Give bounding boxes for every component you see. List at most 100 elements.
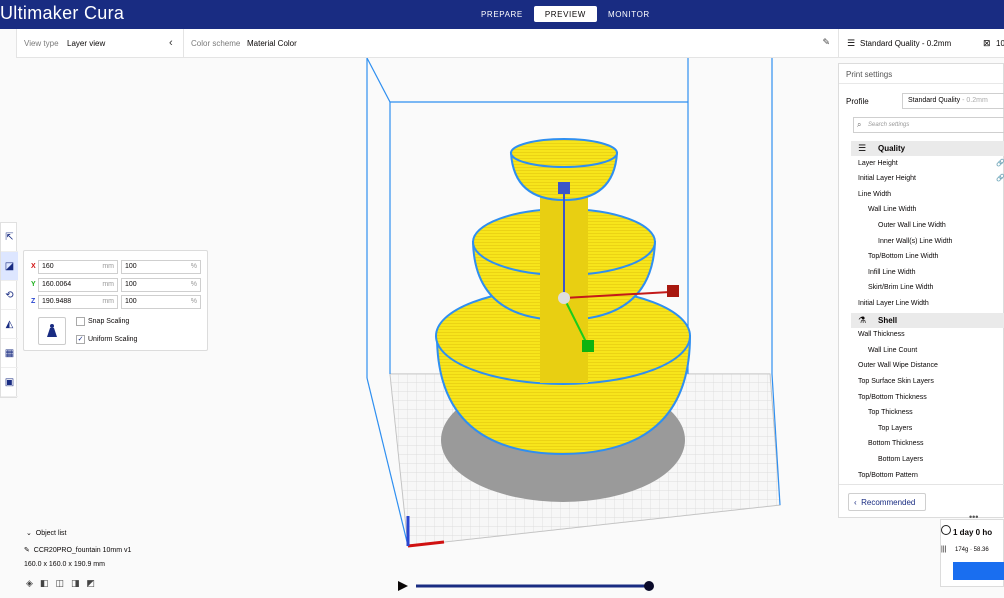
setting-row[interactable]: Layer Height 🔗 <box>839 157 1004 172</box>
recommended-button[interactable]: ‹ Recommended <box>848 493 926 511</box>
z-size-input[interactable]: 190.9488 mm <box>38 295 118 309</box>
mirror-icon[interactable]: ◭ <box>1 310 18 339</box>
setting-row[interactable]: Inner Wall(s) Line Width <box>839 235 1004 250</box>
pencil-icon[interactable]: ✎ <box>822 37 830 48</box>
view-top-icon[interactable]: ◫ <box>55 578 64 589</box>
setting-row[interactable]: Bottom Layers <box>839 453 1004 468</box>
print-settings-panel: Print settings Profile Standard Quality … <box>838 63 1004 518</box>
print-settings-header: Print settings <box>839 64 1003 84</box>
uniform-scaling-label: Uniform Scaling <box>88 336 138 343</box>
lay-flat-button[interactable] <box>38 317 66 345</box>
unit-label: mm <box>102 263 114 270</box>
snap-scaling-checkbox[interactable] <box>76 317 85 326</box>
setting-row[interactable]: Initial Layer Height 🔗 <box>839 172 1004 187</box>
view-right-icon[interactable]: ◩ <box>86 578 95 589</box>
object-list-toggle[interactable]: ⌄ Object list <box>26 529 67 537</box>
x-size-value: 160 <box>42 263 54 270</box>
header-bar: Ultimaker Cura PREPARE PREVIEW MONITOR <box>0 0 1004 29</box>
quality-icon: ☰ <box>847 38 856 48</box>
setting-label: Initial Layer Line Width <box>858 300 929 307</box>
setting-row[interactable]: Line Width <box>839 188 1004 203</box>
tab-preview[interactable]: PREVIEW <box>533 6 597 22</box>
link-icon[interactable]: 🔗 <box>996 174 1004 182</box>
setting-label: Top Layers <box>878 424 913 432</box>
per-model-settings-icon[interactable]: ▦ <box>1 339 18 368</box>
layer-slider-handle <box>644 581 654 591</box>
z-percent-value: 100 <box>125 298 137 305</box>
setting-row[interactable]: Initial Layer Line Width <box>839 297 1004 312</box>
profile-label: Profile <box>846 97 869 106</box>
unit-label: mm <box>102 281 114 288</box>
rotate-icon[interactable]: ⟲ <box>1 281 18 310</box>
print-time: 1 day 0 ho <box>953 528 993 537</box>
setting-row[interactable]: Outer Wall Wipe Distance <box>839 359 1004 374</box>
quality-summary: Standard Quality - 0.2mm <box>860 39 952 48</box>
setting-label: Top/Bottom Pattern <box>858 471 918 479</box>
collapse-chevron-icon[interactable]: ‹ <box>169 37 173 49</box>
z-axis-label: Z <box>31 298 36 305</box>
y-size-value: 160.0064 <box>42 281 72 288</box>
z-size-value: 190.9488 <box>42 298 72 305</box>
stage-tabs: PREPARE PREVIEW MONITOR <box>470 6 661 22</box>
view-type-label: View type <box>24 39 59 48</box>
setting-row[interactable]: Top/Bottom Thickness <box>839 391 1004 406</box>
setting-row[interactable]: Top/Bottom Line Width <box>839 250 1004 265</box>
link-icon[interactable]: 🔗 <box>996 159 1004 167</box>
object-name-row[interactable]: ✎ CCR20PRO_fountain 10mm v1 <box>24 546 131 554</box>
setting-row[interactable]: Infill Line Width <box>839 266 1004 281</box>
uniform-scaling-checkbox[interactable]: ✓ <box>76 335 85 344</box>
view-type-dropdown[interactable]: Layer view <box>67 39 105 48</box>
print-setup-header[interactable]: ☰ Standard Quality - 0.2mm ⊠ 10 <box>838 29 1004 58</box>
layer-simulation-bar <box>398 581 654 591</box>
x-percent-input[interactable]: 100% <box>121 260 201 274</box>
unit-label: % <box>190 298 197 305</box>
divider <box>183 29 184 58</box>
setting-label: Layer Height <box>858 159 898 167</box>
tab-prepare[interactable]: PREPARE <box>470 6 534 22</box>
setting-row[interactable]: Bottom Thickness <box>839 437 1004 452</box>
profile-suffix: - 0.2mm <box>962 97 988 104</box>
setting-row[interactable]: Wall Line Width <box>839 203 1004 218</box>
tab-monitor[interactable]: MONITOR <box>597 6 661 22</box>
view-left-icon[interactable]: ◨ <box>71 578 80 589</box>
search-icon: ⌕ <box>857 120 862 129</box>
save-to-disk-button[interactable] <box>953 562 1004 580</box>
y-percent-value: 100 <box>125 281 137 288</box>
scale-icon[interactable]: ◪ <box>1 252 18 281</box>
y-size-input[interactable]: 160.0064 mm <box>38 278 118 292</box>
move-icon[interactable]: ⇱ <box>1 223 18 252</box>
infill-summary: 10 <box>996 39 1004 48</box>
setting-row[interactable]: Top Thickness <box>839 406 1004 421</box>
support-blocker-icon[interactable]: ▣ <box>1 368 18 397</box>
setting-row[interactable]: Top Layers <box>839 422 1004 437</box>
setting-label: Top Thickness <box>868 409 913 417</box>
color-scheme-dropdown[interactable]: Material Color <box>247 39 297 48</box>
setting-label: Bottom Thickness <box>868 440 924 448</box>
settings-category-shell[interactable]: ⚗ Shell <box>851 312 1004 328</box>
setting-label: Wall Line Width <box>868 206 917 214</box>
view-3d-icon[interactable]: ◈ <box>26 578 33 589</box>
scale-panel: X 160 mm 100% Y 160.0064 mm 100% Z 190.948… <box>23 250 208 351</box>
3d-viewport[interactable] <box>200 58 836 578</box>
recommended-label: Recommended <box>861 498 916 507</box>
setting-label: Initial Layer Height <box>858 175 916 183</box>
app-title: Ultimaker Cura <box>0 3 125 23</box>
z-percent-input[interactable]: 100% <box>121 295 201 309</box>
search-settings-input[interactable]: ⌕ Search settings <box>853 117 1004 133</box>
x-axis-label: X <box>31 263 36 270</box>
profile-dropdown[interactable]: Standard Quality - 0.2mm <box>902 93 1004 109</box>
view-front-icon[interactable]: ◧ <box>40 578 49 589</box>
setting-row[interactable]: Top Surface Skin Layers <box>839 375 1004 390</box>
setting-row[interactable]: Wall Thickness <box>839 328 1004 343</box>
setting-label: Top/Bottom Thickness <box>858 393 927 401</box>
y-percent-input[interactable]: 100% <box>121 278 201 292</box>
settings-category-quality[interactable]: ☰ Quality <box>851 141 1004 156</box>
x-size-input[interactable]: 160 mm <box>38 260 118 274</box>
setting-row[interactable]: Top/Bottom Pattern <box>839 469 1004 484</box>
more-icon[interactable]: ••• <box>969 512 978 522</box>
left-toolbar: ⇱ ◪ ⟲ ◭ ▦ ▣ <box>0 222 18 398</box>
setting-row[interactable]: Outer Wall Line Width <box>839 219 1004 234</box>
setting-label: Top Surface Skin Layers <box>858 378 934 385</box>
setting-row[interactable]: Skirt/Brim Line Width <box>839 281 1004 296</box>
setting-row[interactable]: Wall Line Count <box>839 344 1004 359</box>
